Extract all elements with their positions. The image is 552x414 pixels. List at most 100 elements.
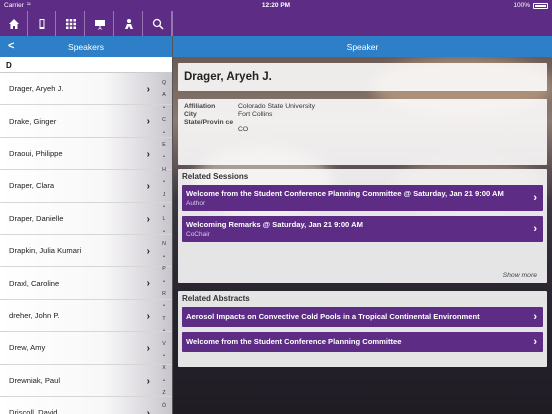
chevron-right-icon: › [533, 192, 537, 204]
index-letter[interactable]: C [158, 114, 170, 126]
index-letter[interactable]: N [158, 238, 170, 250]
speaker-list-item[interactable]: Draoui, Philippe › [0, 137, 172, 171]
status-bar: Carrier ≈ 12:20 PM 100% [0, 0, 552, 11]
index-letter[interactable]: • [158, 226, 170, 238]
show-more-link[interactable]: Show more [503, 272, 537, 279]
index-letter[interactable]: • [158, 127, 170, 139]
home-icon [8, 18, 19, 29]
index-letter[interactable]: • [158, 251, 170, 263]
speaker-list-name: Drewniak, Paul [9, 375, 61, 385]
speaker-name: Drager, Aryeh J. [184, 71, 272, 83]
index-letter[interactable]: • [158, 201, 170, 213]
phone-icon [39, 18, 44, 29]
chevron-right-icon: › [146, 181, 150, 193]
related-abstracts-title: Related Abstracts [182, 294, 250, 303]
chevron-right-icon: › [533, 311, 537, 323]
person-button[interactable] [115, 11, 143, 36]
speaker-nav-bar: Speaker [173, 36, 552, 57]
speaker-list-item[interactable]: Drager, Aryeh J. › [0, 73, 172, 106]
speakers-list[interactable]: D Drager, Aryeh J. › Drake, Ginger › Draoui,… [0, 57, 172, 414]
speaker-info-card: Affiliation Colorado State University Ci… [178, 99, 547, 165]
index-letter[interactable]: T [158, 313, 170, 325]
chevron-right-icon: › [146, 84, 150, 95]
session-row[interactable]: Welcome from the Student Conference Plan… [182, 185, 543, 211]
index-letter[interactable]: X [158, 362, 170, 374]
person-icon [124, 18, 133, 29]
session-title: Welcome from the Student Conference Plan… [186, 189, 504, 198]
speaker-list-item[interactable]: Driscoll, David › [0, 396, 172, 414]
speaker-list-item[interactable]: dreher, John P. › [0, 299, 172, 333]
abstract-row[interactable]: Welcome from the Student Conference Plan… [182, 332, 543, 352]
abstract-row[interactable]: Aerosol Impacts on Convective Cold Pools… [182, 307, 543, 327]
chevron-right-icon: › [146, 148, 150, 160]
session-title: Welcoming Remarks @ Saturday, Jan 21 9:0… [186, 220, 363, 229]
info-key: State/Provin ce [184, 119, 234, 126]
city-row: City Fort Collins [184, 111, 541, 118]
chevron-right-icon: › [146, 116, 150, 128]
index-letter[interactable]: • [158, 102, 170, 114]
index-letter[interactable]: A [158, 89, 170, 101]
alphabet-index[interactable]: Q A • C • E • H • J • L • N • P • R • T • V • X • Z Ö [158, 77, 170, 412]
speaker-list-name: Draoui, Philippe [9, 148, 63, 158]
clock: 12:20 PM [261, 2, 291, 9]
presentation-button[interactable] [86, 11, 114, 36]
chevron-right-icon: › [146, 278, 150, 290]
index-letter[interactable]: • [158, 350, 170, 362]
back-button[interactable]: < [8, 40, 14, 52]
index-letter[interactable]: Ö [158, 400, 170, 412]
section-header: D [0, 57, 172, 73]
related-sessions-title: Related Sessions [182, 172, 249, 181]
affiliation-row: Affiliation Colorado State University [184, 103, 541, 110]
info-key: City [184, 111, 197, 118]
index-letter[interactable]: • [158, 300, 170, 312]
speaker-list-item[interactable]: Drapkin, Julia Kumari › [0, 234, 172, 268]
index-letter[interactable]: • [158, 176, 170, 188]
index-letter[interactable]: • [158, 151, 170, 163]
speaker-list-name: dreher, John P. [9, 310, 60, 320]
speaker-list-item[interactable]: Drew, Amy › [0, 332, 172, 365]
speaker-list-name: Draper, Clara [9, 181, 55, 191]
chevron-right-icon: › [533, 336, 537, 348]
main-toolbar [0, 11, 552, 36]
related-sessions-card: Related Sessions Welcome from the Studen… [178, 169, 547, 283]
grid-icon [65, 18, 76, 29]
speaker-list-item[interactable]: Drewniak, Paul › [0, 364, 172, 397]
chevron-right-icon: › [146, 213, 150, 225]
speaker-list-item[interactable]: Drake, Ginger › [0, 105, 172, 138]
speaker-name-card: Drager, Aryeh J. [178, 63, 547, 91]
grid-button[interactable] [57, 11, 85, 36]
speaker-list-item[interactable]: Draper, Clara › [0, 170, 172, 203]
index-letter[interactable]: H [158, 164, 170, 176]
chevron-right-icon: › [146, 245, 150, 257]
index-letter[interactable]: L [158, 213, 170, 225]
search-button[interactable] [144, 11, 172, 36]
state-row: State/Provin ce CO [184, 119, 541, 133]
home-button[interactable] [0, 11, 28, 36]
index-letter[interactable]: R [158, 288, 170, 300]
speaker-list-item[interactable]: Draper, Danielle › [0, 202, 172, 235]
index-letter[interactable]: J [158, 189, 170, 201]
phone-button[interactable] [28, 11, 56, 36]
index-letter[interactable]: E [158, 139, 170, 151]
speaker-detail: Drager, Aryeh J. Affiliation Colorado St… [173, 57, 552, 414]
presentation-icon [94, 19, 105, 29]
index-letter[interactable]: • [158, 375, 170, 387]
index-letter[interactable]: Q [158, 77, 170, 89]
related-abstracts-card: Related Abstracts Aerosol Impacts on Con… [178, 291, 547, 367]
info-key: Affiliation [184, 103, 216, 110]
abstract-title: Aerosol Impacts on Convective Cold Pools… [186, 312, 480, 321]
chevron-right-icon: › [146, 375, 150, 387]
session-row[interactable]: Welcoming Remarks @ Saturday, Jan 21 9:0… [182, 216, 543, 242]
speaker-list-name: Draper, Danielle [9, 213, 64, 223]
speaker-list-name: Drew, Amy [9, 343, 46, 353]
speakers-title: Speakers [68, 41, 104, 52]
battery-percent: 100% [513, 2, 530, 9]
session-role: Author [186, 200, 206, 207]
index-letter[interactable]: P [158, 263, 170, 275]
index-letter[interactable]: • [158, 276, 170, 288]
chevron-right-icon: › [146, 343, 150, 355]
index-letter[interactable]: • [158, 325, 170, 337]
index-letter[interactable]: V [158, 338, 170, 350]
index-letter[interactable]: Z [158, 387, 170, 399]
speaker-list-item[interactable]: Draxl, Caroline › [0, 267, 172, 300]
